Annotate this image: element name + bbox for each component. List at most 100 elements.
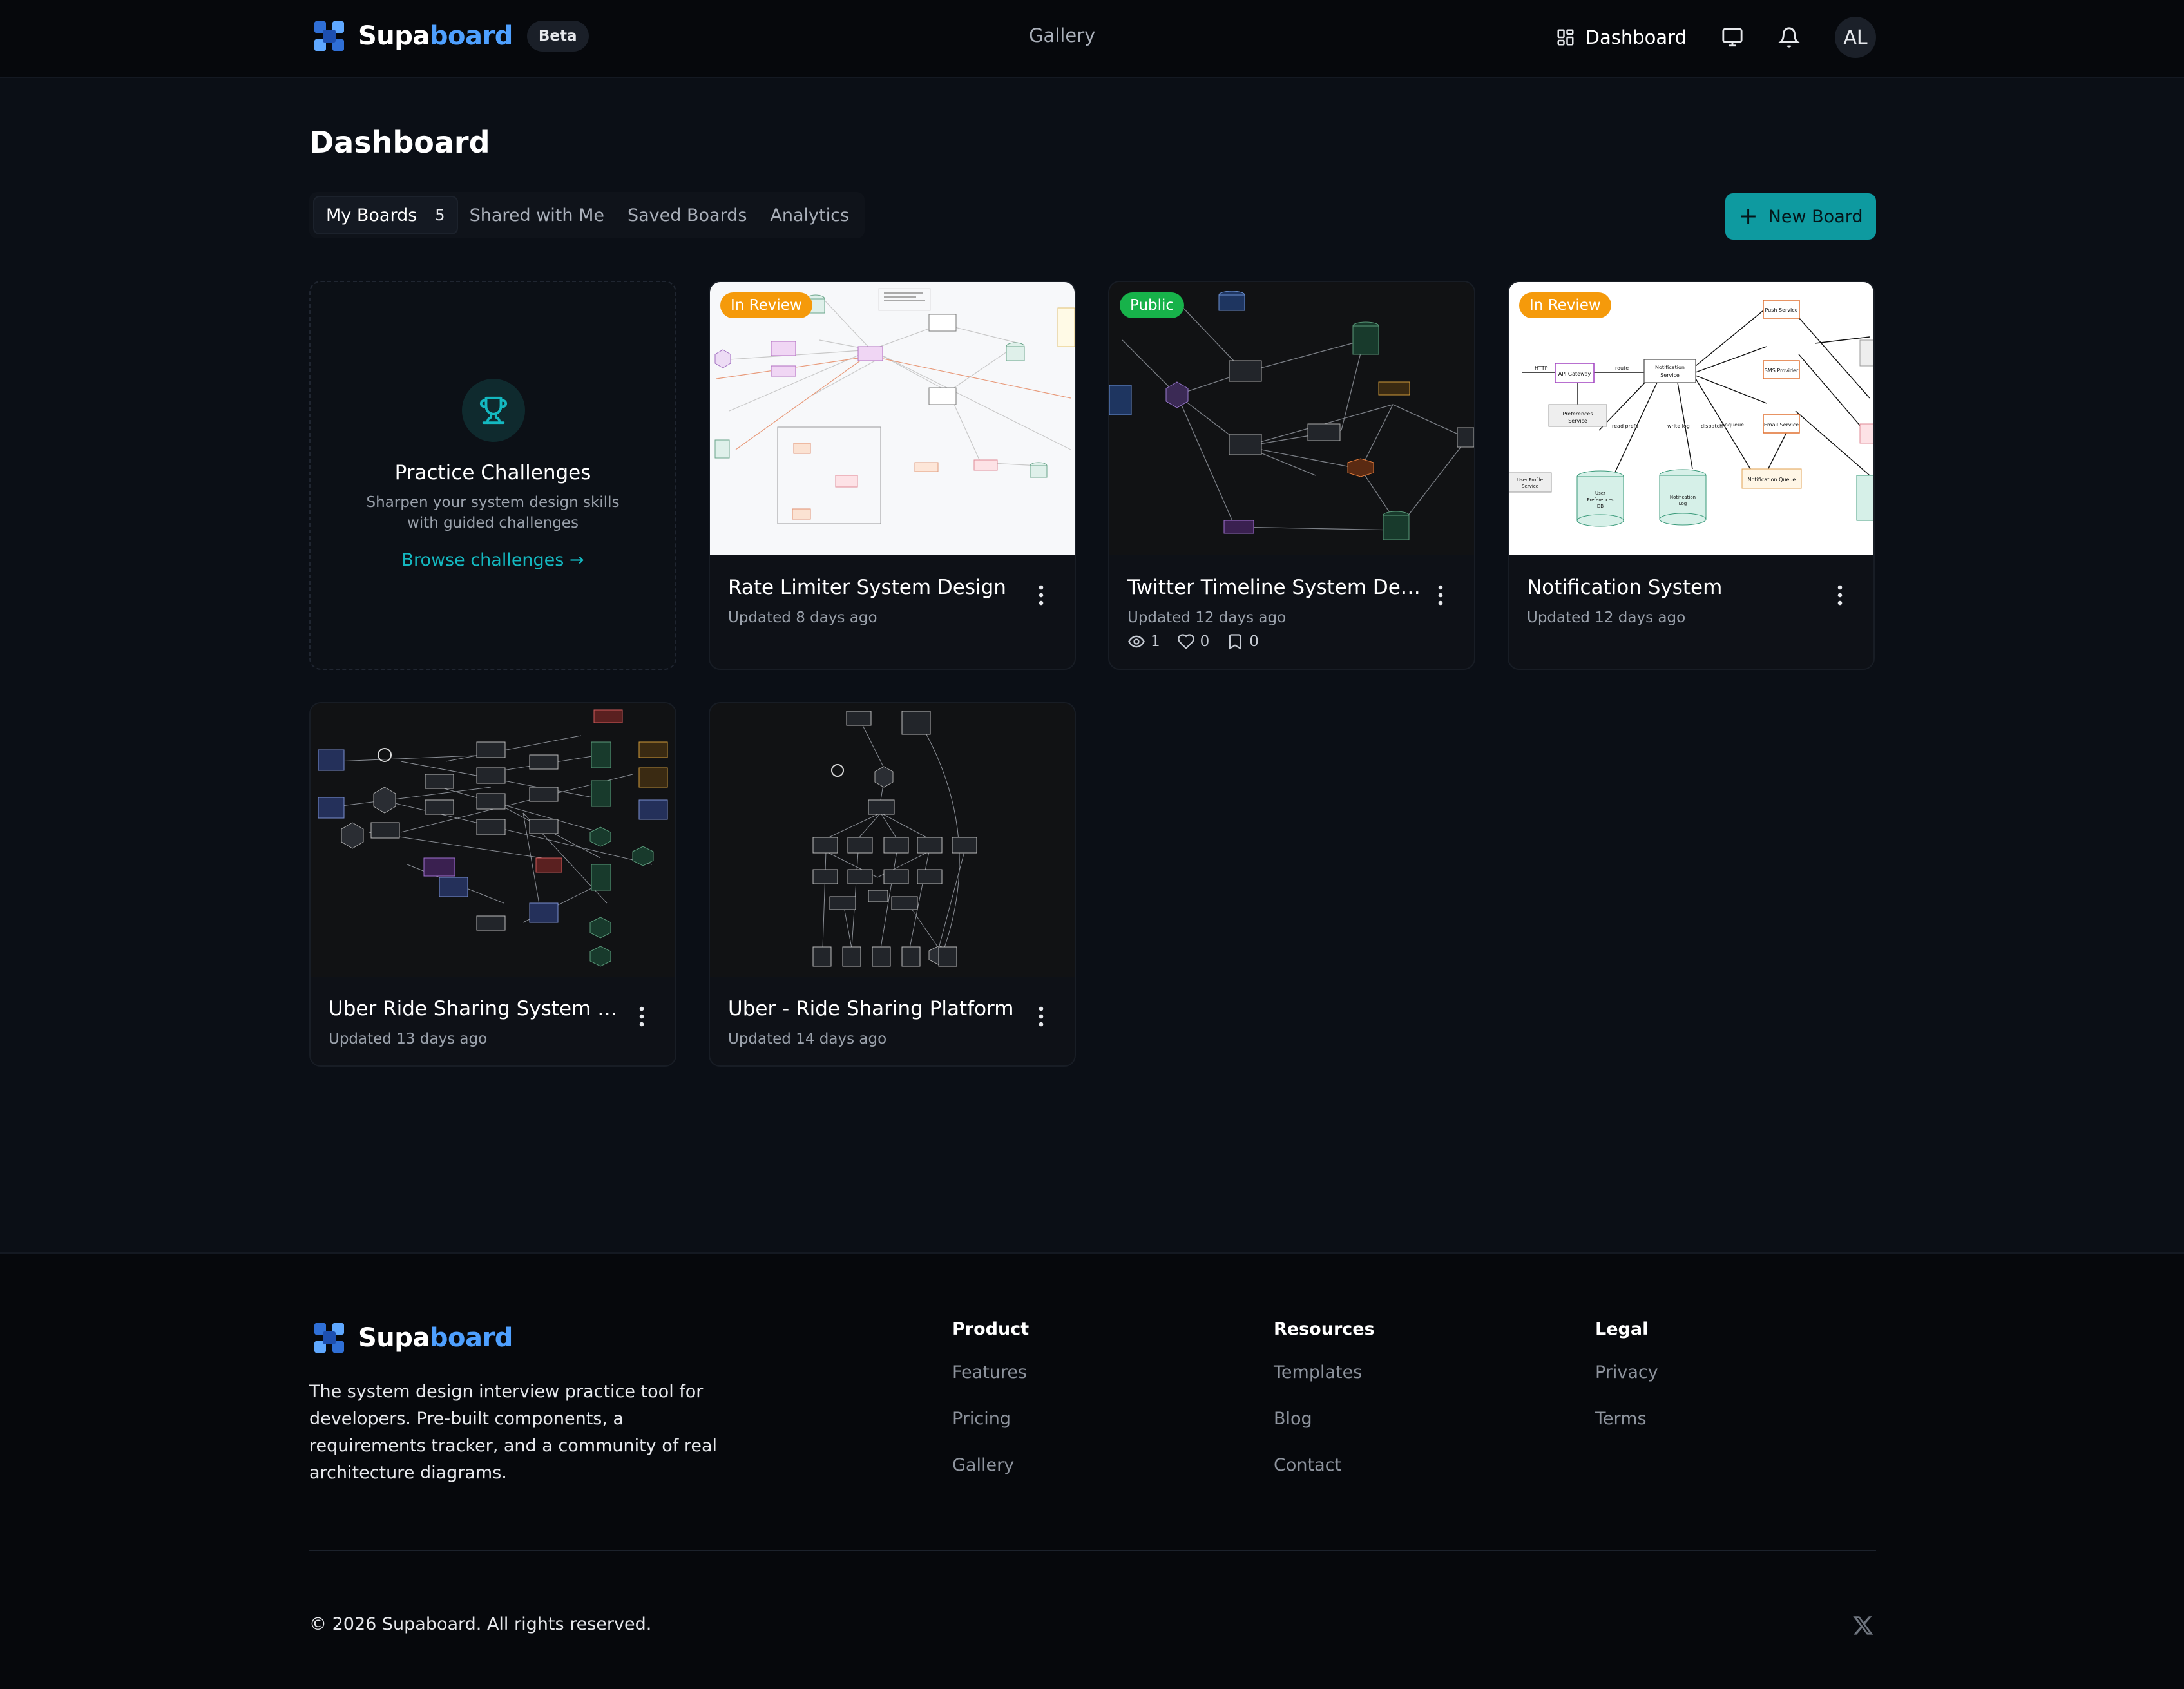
practice-title: Practice Challenges xyxy=(394,461,591,484)
tab-my-boards[interactable]: My Boards 5 xyxy=(313,196,458,234)
tab-saved-boards[interactable]: Saved Boards xyxy=(616,196,758,234)
svg-text:DB: DB xyxy=(1597,504,1604,509)
board-title[interactable]: Twitter Timeline System Design xyxy=(1127,576,1424,599)
likes-count: 0 xyxy=(1200,633,1210,650)
saves-stat[interactable]: 0 xyxy=(1226,633,1259,651)
brand-name: Supaboard xyxy=(358,21,513,51)
bell-icon[interactable] xyxy=(1778,26,1800,48)
svg-text:Preferences: Preferences xyxy=(1562,411,1593,417)
footer-link-contact[interactable]: Contact xyxy=(1274,1456,1375,1474)
board-updated: Updated 12 days ago xyxy=(1127,609,1287,626)
svg-text:Notification: Notification xyxy=(1670,495,1696,500)
footer-heading: Product xyxy=(952,1319,1030,1339)
logo-icon xyxy=(313,20,345,52)
svg-text:Log: Log xyxy=(1679,501,1687,506)
logo-icon xyxy=(313,1322,345,1354)
svg-text:route: route xyxy=(1615,365,1629,371)
svg-text:Service: Service xyxy=(1522,484,1538,489)
svg-text:dispatch: dispatch xyxy=(1701,423,1723,429)
new-board-label: New Board xyxy=(1768,206,1863,227)
board-title[interactable]: Rate Limiter System Design xyxy=(728,576,1006,599)
x-twitter-icon[interactable] xyxy=(1852,1614,1875,1636)
brand-logo[interactable]: Supaboard Beta xyxy=(313,20,589,52)
board-card[interactable]: API Gateway Notification Service Push Se… xyxy=(1508,281,1875,670)
board-card[interactable]: In Review Rate Limiter System Design Upd… xyxy=(709,281,1076,670)
footer-brand-name: Supaboard xyxy=(358,1323,513,1353)
more-options-icon[interactable] xyxy=(1039,1005,1044,1028)
monitor-icon[interactable] xyxy=(1721,26,1743,48)
svg-text:enqueue: enqueue xyxy=(1721,422,1744,428)
footer-link-features[interactable]: Features xyxy=(952,1364,1029,1382)
board-card[interactable]: Uber - Ride Sharing Platform Updated 14 … xyxy=(709,702,1076,1067)
browse-challenges-link[interactable]: Browse challenges → xyxy=(311,550,675,570)
board-card[interactable]: Uber Ride Sharing System Design Updated … xyxy=(309,702,676,1067)
site-footer: Supaboard The system design interview pr… xyxy=(0,1252,2184,1689)
more-options-icon[interactable] xyxy=(1438,584,1443,607)
svg-text:API Gateway: API Gateway xyxy=(1558,371,1591,377)
top-navbar: Supaboard Beta Gallery Dashboard AL xyxy=(0,0,2184,78)
svg-text:User: User xyxy=(1595,491,1605,496)
board-updated: Updated 14 days ago xyxy=(728,1031,887,1047)
views-stat: 1 xyxy=(1127,633,1160,651)
status-badge: In Review xyxy=(1519,292,1611,318)
footer-heading: Resources xyxy=(1274,1319,1375,1339)
svg-text:Notification: Notification xyxy=(1655,365,1685,370)
svg-text:Notification Queue: Notification Queue xyxy=(1748,477,1796,482)
status-badge: In Review xyxy=(720,292,812,318)
views-count: 1 xyxy=(1151,633,1160,650)
likes-stat[interactable]: 0 xyxy=(1177,633,1210,651)
footer-divider xyxy=(309,1550,1876,1551)
svg-text:Service: Service xyxy=(1568,418,1587,424)
board-title[interactable]: Uber Ride Sharing System Design xyxy=(329,997,625,1020)
board-stats: 1 0 0 xyxy=(1127,633,1276,651)
footer-link-templates[interactable]: Templates xyxy=(1274,1364,1375,1382)
nav-gallery-link[interactable]: Gallery xyxy=(1029,24,1095,46)
footer-link-blog[interactable]: Blog xyxy=(1274,1410,1375,1428)
eye-icon xyxy=(1128,635,1145,648)
svg-text:HTTP: HTTP xyxy=(1535,365,1548,371)
nav-right-group: Dashboard AL xyxy=(1556,17,1876,58)
board-thumbnail xyxy=(710,282,1075,555)
board-tabs: My Boards 5 Shared with Me Saved Boards … xyxy=(309,192,865,238)
board-title[interactable]: Notification System xyxy=(1527,576,1722,599)
heart-icon xyxy=(1177,634,1194,650)
grid-icon xyxy=(1557,29,1574,46)
footer-resources-column: Resources Templates Blog Contact xyxy=(1274,1319,1375,1503)
board-updated: Updated 8 days ago xyxy=(728,609,877,626)
footer-link-privacy[interactable]: Privacy xyxy=(1595,1364,1658,1382)
svg-text:User Profile: User Profile xyxy=(1517,477,1543,482)
tab-label: My Boards xyxy=(326,205,417,225)
new-board-button[interactable]: + New Board xyxy=(1725,193,1876,240)
tab-shared-with-me[interactable]: Shared with Me xyxy=(458,196,616,234)
more-options-icon[interactable] xyxy=(1039,584,1044,607)
board-updated: Updated 12 days ago xyxy=(1527,609,1686,626)
footer-link-terms[interactable]: Terms xyxy=(1595,1410,1658,1428)
user-avatar[interactable]: AL xyxy=(1835,17,1876,58)
nav-dashboard-label: Dashboard xyxy=(1585,26,1687,48)
footer-product-column: Product Features Pricing Gallery xyxy=(952,1319,1029,1503)
nav-dashboard-link[interactable]: Dashboard xyxy=(1556,26,1687,48)
practice-challenges-card[interactable]: Practice Challenges Sharpen your system … xyxy=(309,281,676,670)
saves-count: 0 xyxy=(1249,633,1259,650)
more-options-icon[interactable] xyxy=(639,1005,644,1028)
svg-text:Service: Service xyxy=(1660,372,1680,378)
board-card[interactable]: Public Twitter Timeline System Design Up… xyxy=(1108,281,1475,670)
beta-badge: Beta xyxy=(526,21,589,52)
more-options-icon[interactable] xyxy=(1837,584,1843,607)
footer-link-gallery[interactable]: Gallery xyxy=(952,1456,1029,1474)
board-title[interactable]: Uber - Ride Sharing Platform xyxy=(728,997,1013,1020)
status-badge: Public xyxy=(1120,292,1185,318)
footer-link-pricing[interactable]: Pricing xyxy=(952,1410,1029,1428)
svg-text:write log: write log xyxy=(1667,423,1690,429)
footer-description: The system design interview practice too… xyxy=(309,1382,717,1483)
tab-analytics[interactable]: Analytics xyxy=(758,196,861,234)
board-thumbnail: API Gateway Notification Service Push Se… xyxy=(1509,282,1873,555)
svg-text:Push Service: Push Service xyxy=(1765,307,1797,313)
bookmark-icon xyxy=(1229,634,1241,650)
page-title: Dashboard xyxy=(309,125,490,160)
practice-description: Sharpen your system design skills with g… xyxy=(366,494,620,531)
plus-icon: + xyxy=(1738,203,1758,229)
footer-logo[interactable]: Supaboard xyxy=(313,1322,513,1354)
board-thumbnail xyxy=(311,703,675,977)
board-thumbnail xyxy=(710,703,1075,977)
